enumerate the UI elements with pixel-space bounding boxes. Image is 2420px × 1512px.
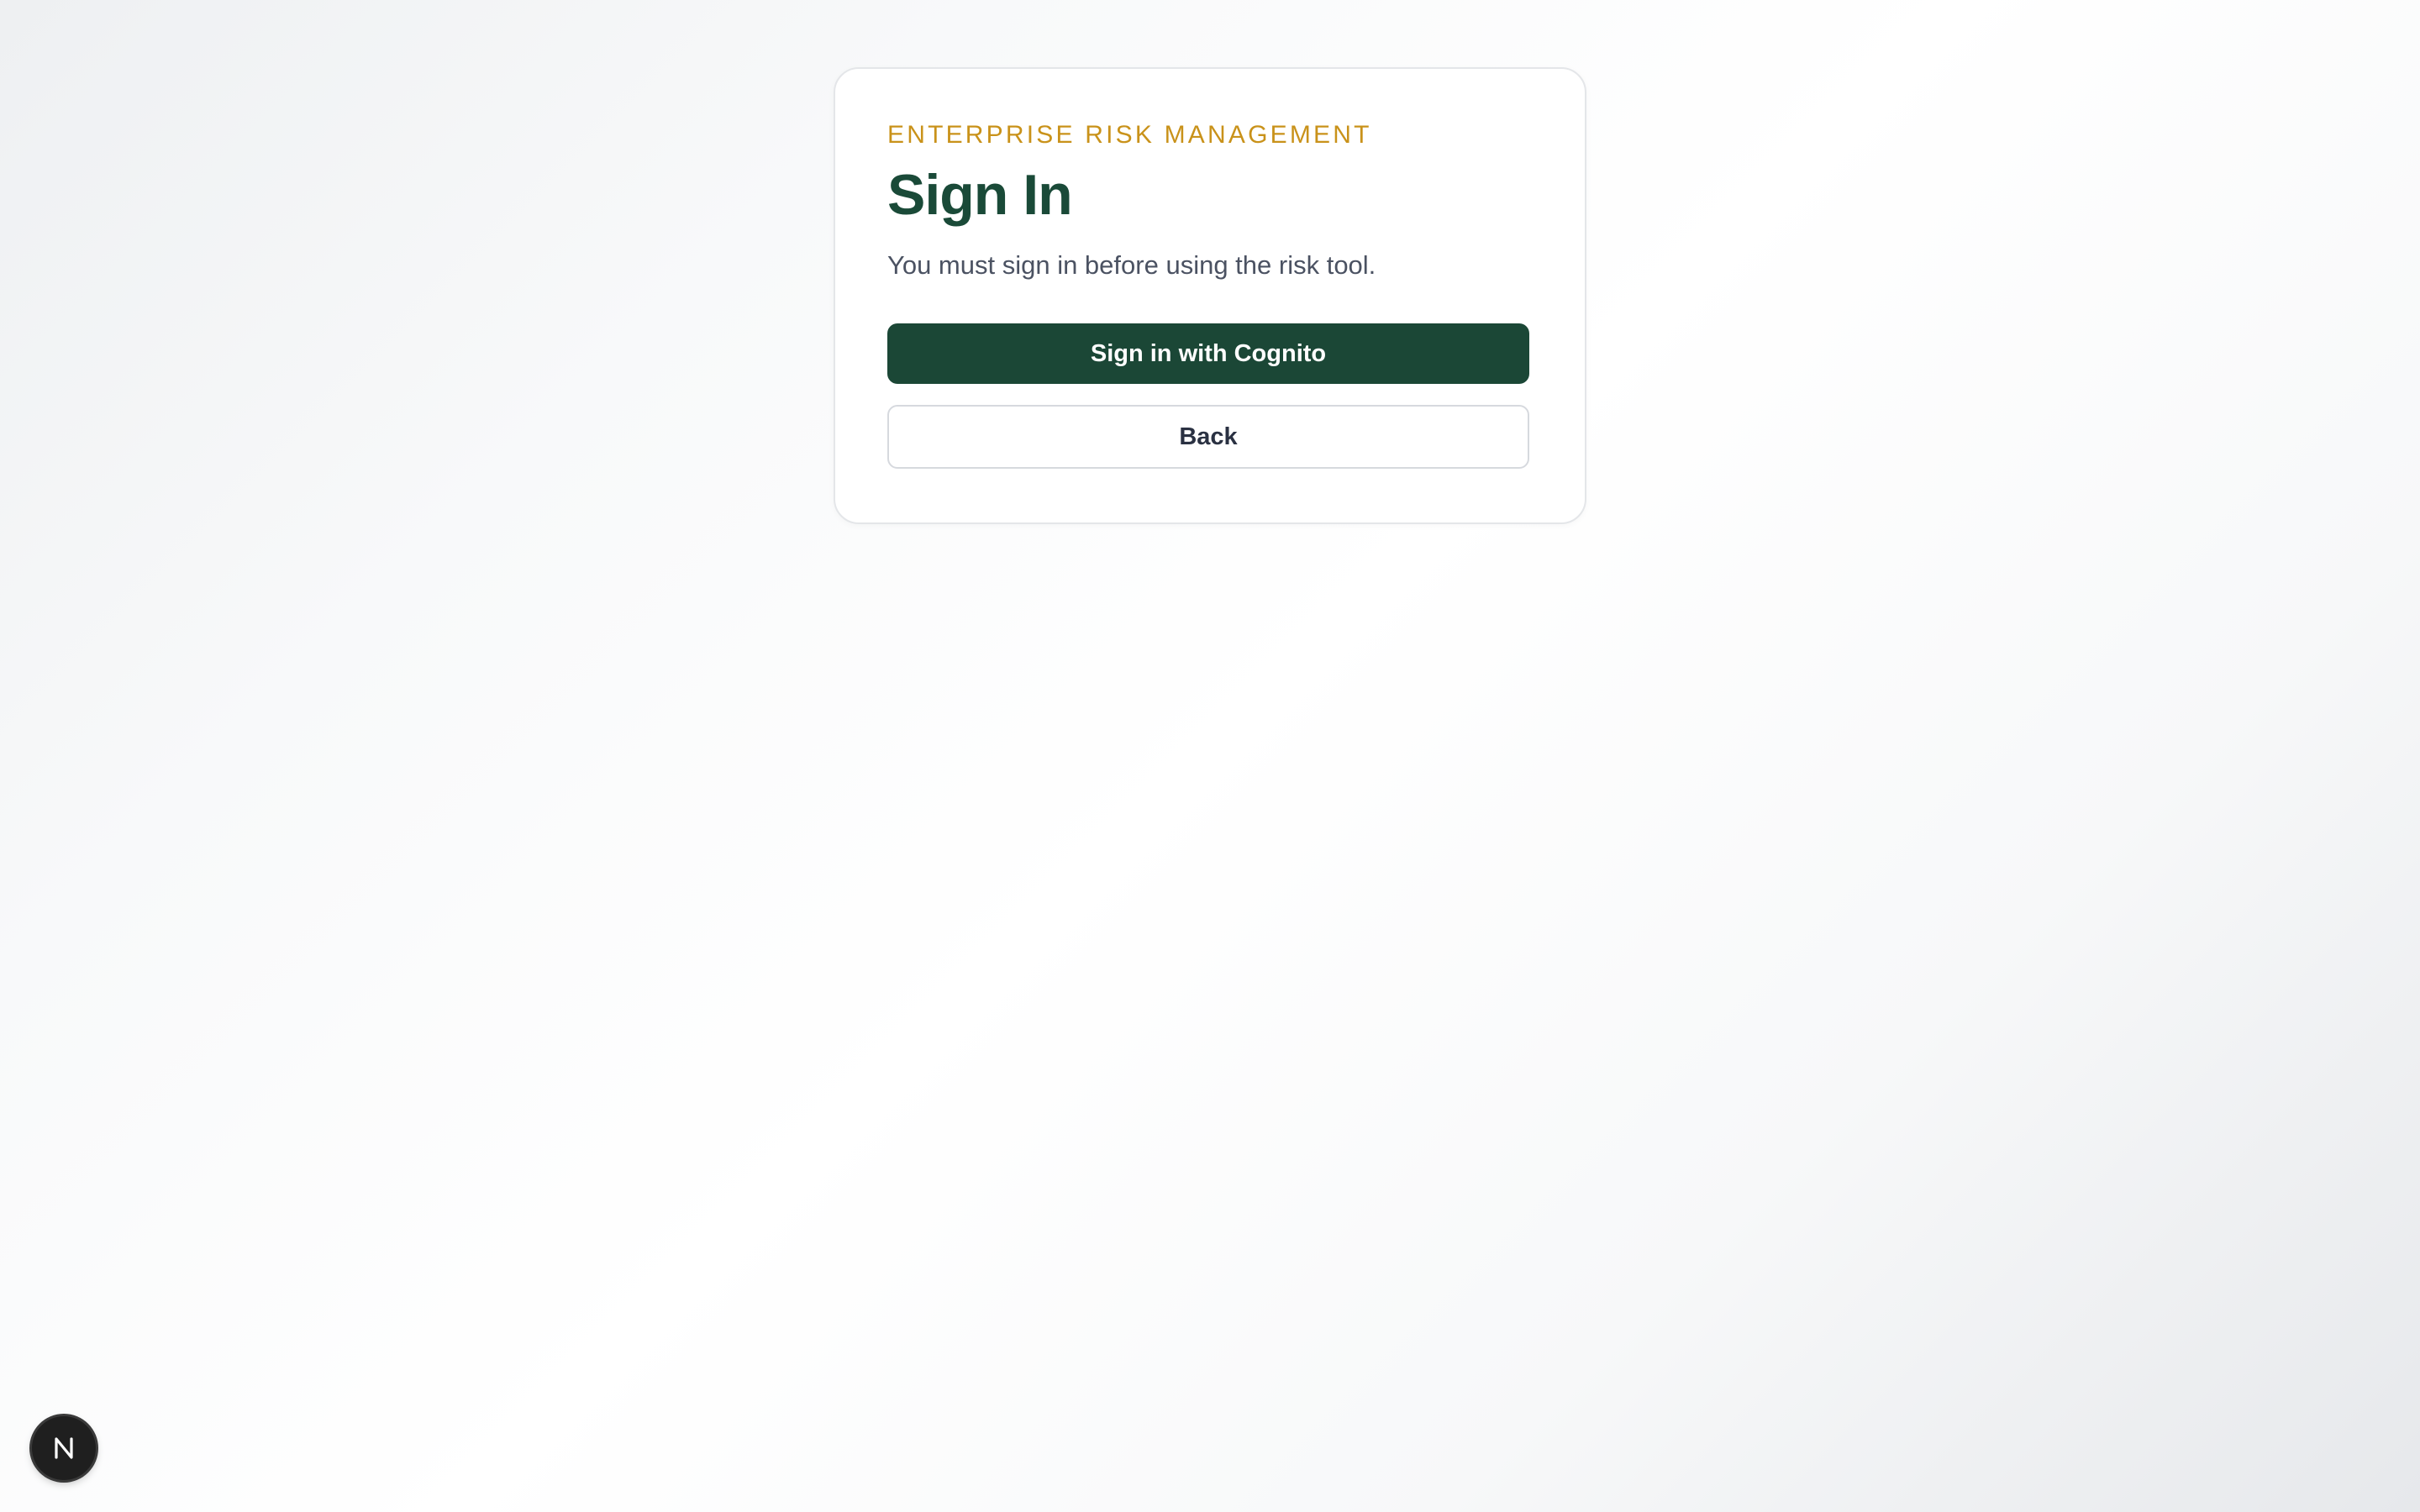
nextjs-logo-icon	[55, 1437, 73, 1459]
back-button[interactable]: Back	[887, 405, 1529, 469]
app-eyebrow: ENTERPRISE RISK MANAGEMENT	[887, 121, 1372, 149]
page-title: Sign In	[887, 163, 1073, 227]
nextjs-dev-badge[interactable]	[32, 1416, 96, 1480]
sign-in-with-cognito-button[interactable]: Sign in with Cognito	[887, 323, 1529, 384]
sign-in-subtitle: You must sign in before using the risk t…	[887, 250, 1376, 280]
sign-in-card-content: ENTERPRISE RISK MANAGEMENT Sign In You m…	[834, 0, 1586, 588]
